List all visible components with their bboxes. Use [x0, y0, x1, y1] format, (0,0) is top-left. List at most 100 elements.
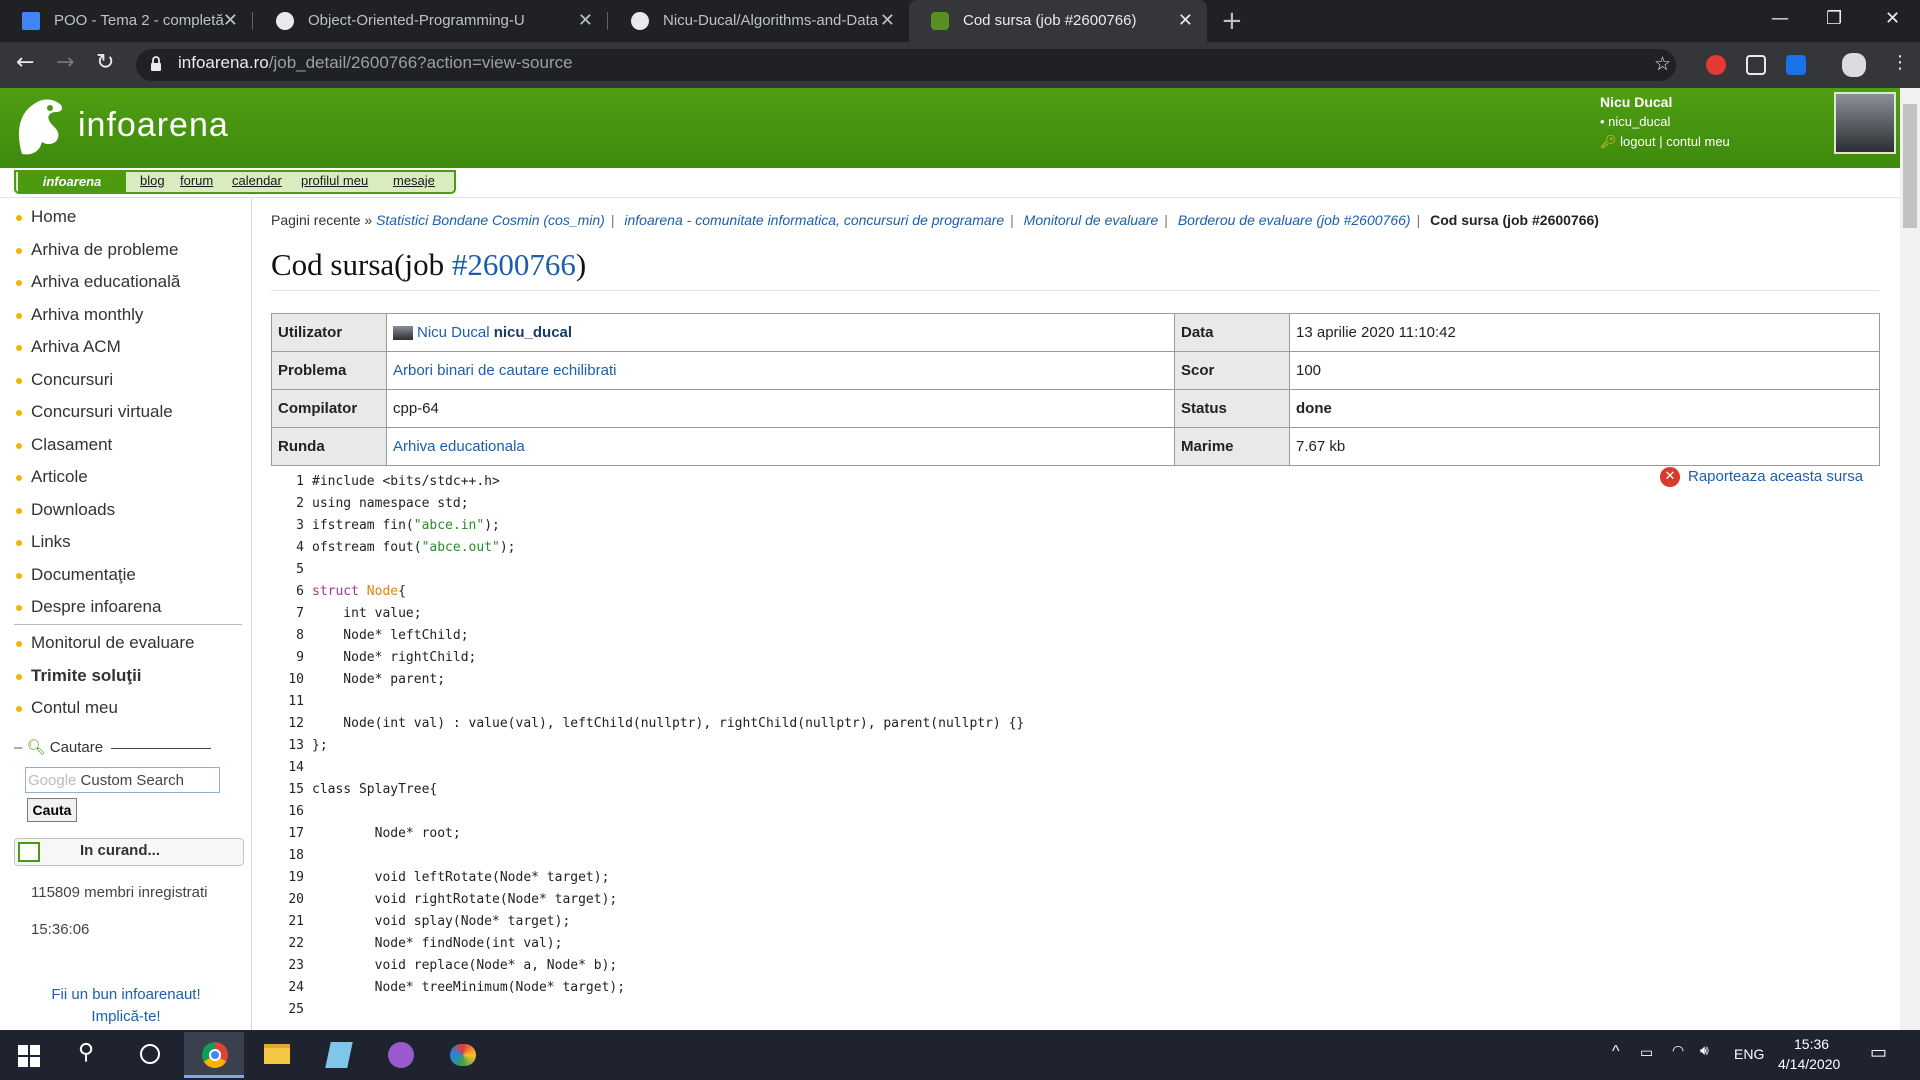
tab-cod-sursa[interactable]: Cod sursa (job #2600766) ✕ [909, 0, 1207, 42]
code-line: 8 Node* leftChild; [296, 628, 469, 643]
close-icon[interactable]: ✕ [578, 10, 593, 31]
tab-algorithms-repo[interactable]: Nicu-Ducal/Algorithms-and-Data ✕ [609, 0, 909, 42]
file-explorer-icon[interactable] [246, 1032, 306, 1078]
menu-item-messages[interactable]: mesaje [393, 173, 435, 188]
sidebar-item-despre[interactable]: Despre infoarena [31, 597, 161, 617]
sidebar-item-arhiva-acm[interactable]: Arhiva ACM [31, 337, 121, 357]
menu-dots-icon[interactable]: ⋮ [1891, 52, 1909, 73]
infoarena-logo-icon[interactable] [10, 94, 70, 158]
chrome-taskbar-icon[interactable] [184, 1032, 244, 1078]
sidebar-item-monitor[interactable]: Monitorul de evaluare [31, 633, 194, 653]
promo-line-2[interactable]: Implică-te! [0, 1008, 252, 1025]
extension-icon[interactable] [1746, 55, 1766, 75]
sidebar-item-concursuri[interactable]: Concursuri [31, 370, 113, 390]
account-link[interactable]: contul meu [1666, 134, 1730, 149]
calendar-icon [18, 842, 40, 862]
clock-date[interactable]: 4/14/2020 [1778, 1056, 1840, 1072]
minimize-icon[interactable]: — [1771, 8, 1789, 29]
battery-icon[interactable]: ▭ [1640, 1044, 1653, 1061]
tab-oop-repo[interactable]: Object-Oriented-Programming-U ✕ [254, 0, 607, 42]
tab-label: Nicu-Ducal/Algorithms-and-Data [663, 12, 879, 29]
windows-start-icon[interactable] [18, 1045, 40, 1067]
label-utilizator: Utilizator [271, 313, 387, 352]
new-tab-icon[interactable]: + [1221, 6, 1243, 36]
title-divider [271, 290, 1879, 291]
wifi-icon[interactable]: ◠ [1672, 1042, 1684, 1059]
bullet-icon [16, 215, 22, 221]
coming-soon-label: In curand... [80, 842, 161, 859]
clock-time[interactable]: 15:36 [1794, 1036, 1829, 1052]
search-button[interactable]: Cauta [27, 798, 77, 822]
sidebar-item-clasament[interactable]: Clasament [31, 435, 112, 455]
menu-item-calendar[interactable]: calendar [232, 173, 282, 188]
promo-line-1[interactable]: Fii un bun infoarenaut! [0, 986, 252, 1003]
table-row: Problema Arbori binari de cautare echili… [271, 351, 1880, 390]
sidebar-item-articole[interactable]: Articole [31, 467, 88, 487]
job-link[interactable]: #2600766 [452, 247, 576, 282]
user-login-link[interactable]: nicu_ducal [494, 324, 572, 341]
bullet-icon [16, 641, 22, 647]
tab-poo-tema[interactable]: POO - Tema 2 - completări - Goo ✕ [0, 0, 252, 42]
collapse-icon[interactable]: – [14, 739, 22, 756]
paint-taskbar-icon[interactable] [432, 1032, 492, 1078]
user-login[interactable]: • nicu_ducal [1600, 114, 1670, 129]
restore-icon[interactable]: ❐ [1826, 8, 1842, 29]
breadcrumb-link[interactable]: Statistici Bondane Cosmin (cos_min) [376, 212, 605, 228]
close-icon[interactable]: ✕ [223, 10, 238, 31]
back-icon[interactable]: ← [16, 50, 34, 75]
bullet-icon [16, 345, 22, 351]
menu-item-blog[interactable]: blog [140, 173, 165, 188]
breadcrumb-link[interactable]: infoarena - comunitate informatica, conc… [624, 212, 1004, 228]
report-link[interactable]: Raporteaza aceasta sursa [1688, 468, 1863, 485]
site-logo[interactable]: infoarena [78, 106, 229, 145]
search-input[interactable]: Google Custom Search [25, 767, 220, 793]
close-icon[interactable]: ✕ [880, 10, 895, 31]
sidebar-divider [14, 624, 242, 625]
bookmark-star-icon[interactable]: ☆ [1654, 53, 1671, 75]
menu-item-forum[interactable]: forum [180, 173, 213, 188]
problem-link[interactable]: Arbori binari de cautare echilibrati [393, 362, 616, 379]
user-avatar[interactable] [1834, 92, 1896, 154]
github-icon [276, 12, 294, 30]
sidebar-item-arhiva-probleme[interactable]: Arhiva de probleme [31, 240, 178, 260]
github-desktop-icon[interactable] [370, 1032, 430, 1078]
notepad-taskbar-icon[interactable] [308, 1032, 368, 1078]
sidebar-item-home[interactable]: Home [31, 207, 76, 227]
volume-icon[interactable]: 🔊︎ [1700, 1042, 1709, 1059]
cortana-icon[interactable] [140, 1044, 160, 1064]
code-line: 10 Node* parent; [288, 672, 446, 687]
menu-item-profile[interactable]: profilul meu [301, 173, 368, 188]
search-icon[interactable]: ⚲ [78, 1040, 94, 1065]
bullet-icon [16, 605, 22, 611]
menu-item-infoarena[interactable]: infoarena [18, 172, 126, 192]
user-name-link[interactable]: Nicu Ducal [417, 324, 490, 341]
sidebar-item-trimite[interactable]: Trimite soluţii [31, 666, 142, 686]
notifications-icon[interactable]: ▭ [1870, 1042, 1887, 1063]
sidebar-item-contul[interactable]: Contul meu [31, 698, 118, 718]
sidebar-item-links[interactable]: Links [31, 532, 71, 552]
scrollbar-thumb[interactable] [1903, 104, 1917, 228]
page-scrollbar[interactable] [1900, 88, 1920, 1030]
url-text[interactable]: infoarena.ro/job_detail/2600766?action=v… [178, 53, 573, 73]
tray-chevron-icon[interactable]: ^ [1612, 1043, 1620, 1061]
sidebar-item-arhiva-educationala[interactable]: Arhiva educatională [31, 272, 180, 292]
round-link[interactable]: Arhiva educationala [393, 438, 525, 455]
logout-link[interactable]: logout [1620, 134, 1655, 149]
extension-icon[interactable] [1706, 55, 1726, 75]
sidebar-item-arhiva-monthly[interactable]: Arhiva monthly [31, 305, 143, 325]
breadcrumb-link[interactable]: Monitorul de evaluare [1024, 212, 1159, 228]
reload-icon[interactable]: ↻ [96, 50, 114, 75]
sidebar-item-concursuri-virtuale[interactable]: Concursuri virtuale [31, 402, 173, 422]
profile-avatar[interactable] [1842, 53, 1866, 77]
forward-icon[interactable]: → [56, 50, 74, 75]
close-window-icon[interactable]: ✕ [1885, 8, 1900, 29]
breadcrumb-intro: Pagini recente » [271, 212, 373, 228]
sidebar-item-documentatie[interactable]: Documentaţie [31, 565, 136, 585]
code-line: 15 class SplayTree{ [288, 782, 438, 797]
close-icon[interactable]: ✕ [1178, 10, 1193, 31]
label-compilator: Compilator [271, 389, 387, 428]
breadcrumb-link[interactable]: Borderou de evaluare (job #2600766) [1178, 212, 1411, 228]
language-indicator[interactable]: ENG [1734, 1046, 1764, 1062]
sidebar-item-downloads[interactable]: Downloads [31, 500, 115, 520]
extension-icon[interactable] [1786, 55, 1806, 75]
